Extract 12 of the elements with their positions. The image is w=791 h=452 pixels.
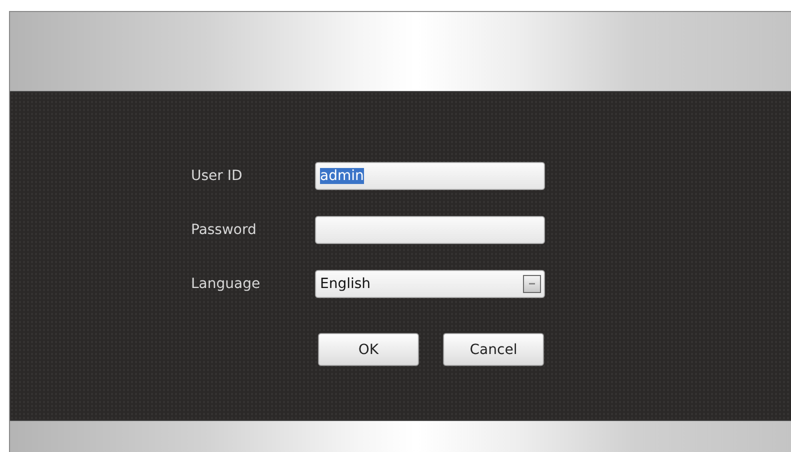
dropdown-button[interactable]: [523, 275, 541, 293]
dropdown-value: English: [320, 276, 371, 292]
ok-button[interactable]: OK: [318, 333, 419, 366]
field-label: Password: [191, 222, 258, 238]
field-label: Language: [191, 276, 262, 292]
user-id-field[interactable]: admin: [315, 162, 545, 190]
field-label: User ID: [191, 168, 244, 184]
password-field[interactable]: [315, 216, 545, 244]
minus-icon: [529, 283, 535, 285]
cancel-button[interactable]: Cancel: [443, 333, 544, 366]
field-value: admin: [320, 168, 364, 184]
language-dropdown[interactable]: English: [315, 270, 545, 298]
